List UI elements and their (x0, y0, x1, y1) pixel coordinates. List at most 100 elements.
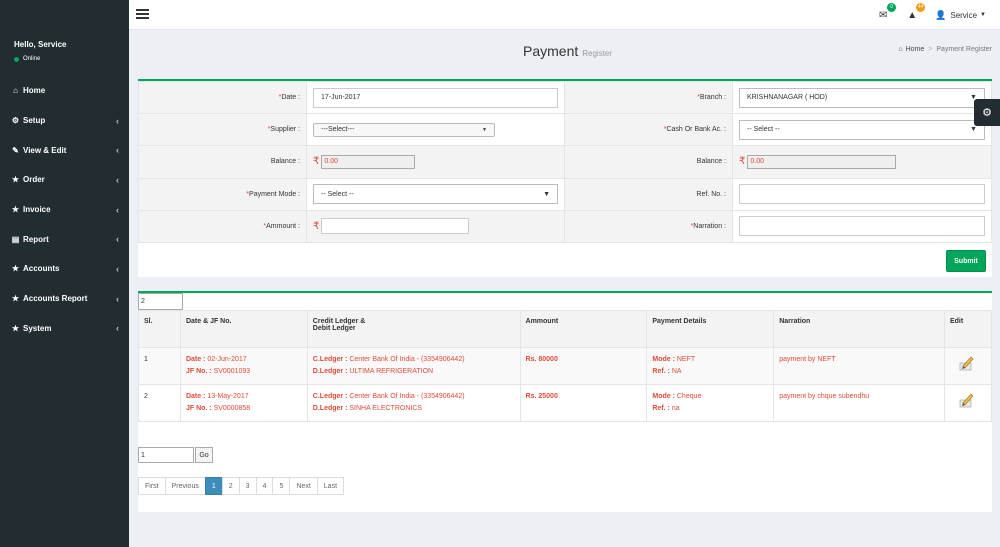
payment-form: *Date : *Branch : KRISHNANAGAR ( HOD)▼ *… (138, 79, 993, 277)
balance-label-right: Balance : (564, 145, 733, 179)
col-header-narration: Narration (773, 310, 945, 348)
cell-sl: 2 (138, 384, 181, 422)
breadcrumb: ⌂ Home > Payment Register (898, 46, 992, 53)
sidebar: Hello, Service Online ⌂ Home ⚙ Setup ‹ ✎… (0, 0, 129, 547)
payment-register-list: Sl. Date & JF No. Credit Ledger &Debit L… (138, 291, 993, 512)
sidebar-item-setup[interactable]: ⚙ Setup ‹ (0, 106, 129, 136)
cash-bank-label: *Cash Or Bank Ac. : (564, 113, 733, 147)
sidebar-item-accounts[interactable]: ★ Accounts ‹ (0, 254, 129, 284)
warning-icon: ▲ (907, 9, 918, 21)
home-icon: ⌂ (13, 86, 18, 96)
cell-amount: Rs. 80000 (519, 347, 648, 385)
submit-button[interactable]: Submit (946, 250, 986, 272)
ref-no-label: Ref. No. : (564, 177, 733, 211)
star-icon: ★ (11, 205, 20, 215)
sidebar-item-label: System (23, 323, 52, 333)
sidebar-item-invoice[interactable]: ★ Invoice ‹ (0, 195, 129, 225)
page-title: Payment Register (523, 43, 612, 59)
sidebar-item-report[interactable]: ▤ Report ‹ (0, 224, 129, 254)
col-header-date: Date & JF No. (179, 310, 308, 348)
pagination-page-2[interactable]: 2 (221, 477, 240, 495)
balance-label-left: Balance : (138, 145, 307, 179)
cell-narration: payment by chque subendhu (773, 384, 945, 422)
payments-table: Sl. Date & JF No. Credit Ledger & Debit L… (138, 310, 993, 422)
sidebar-toggle-icon[interactable] (136, 9, 149, 19)
dropdown-arrow-icon: ▼ (482, 126, 487, 133)
user-menu-label: Service (950, 10, 978, 20)
payment-form-table: *Date : *Branch : KRISHNANAGAR ( HOD)▼ *… (138, 80, 993, 243)
settings-gear-icon[interactable]: ⚙ (974, 99, 1000, 126)
go-button[interactable]: Go (195, 447, 213, 463)
col-header-payment-details: Payment Details (646, 310, 775, 348)
pagination-next[interactable]: Next (289, 477, 318, 495)
cell-date-jf: Date : 13-May-2017 JF No. : SV0000858 (179, 384, 308, 422)
cell-payment-details: Mode : Cheque Ref. : na (646, 384, 775, 422)
breadcrumb-current: Payment Register (936, 46, 992, 53)
amount-input[interactable] (321, 218, 470, 235)
sidebar-item-accounts-report[interactable]: ★ Accounts Report ‹ (0, 284, 129, 314)
rupee-icon: ₹ (313, 220, 320, 232)
notifications-badge: 44 (916, 2, 926, 12)
pagination-page-3[interactable]: 3 (238, 477, 257, 495)
narration-input[interactable] (738, 216, 985, 237)
payment-mode-label: *Payment Mode : (138, 177, 307, 211)
navbar-right: ✉ 0 ▲ 44 👤 Service ▼ (877, 0, 1000, 30)
breadcrumb-home-link[interactable]: Home (906, 46, 925, 53)
col-header-ledger: Credit Ledger & Debit Ledger (306, 310, 521, 348)
pagination-last[interactable]: Last (316, 477, 345, 495)
pagination-page-5[interactable]: 5 (272, 477, 291, 495)
sidebar-menu: ⌂ Home ⚙ Setup ‹ ✎ View & Edit ‹ ★ Order… (0, 76, 129, 343)
star-icon: ★ (11, 175, 20, 185)
pagination-previous[interactable]: Previous (164, 477, 206, 495)
online-dot-icon (14, 56, 19, 62)
notifications-button[interactable]: ▲ 44 (906, 2, 926, 21)
user-icon: 👤 (935, 9, 947, 20)
cash-bank-select[interactable]: -- Select -- ▼ (738, 119, 985, 140)
pagination-page-1[interactable]: 1 (204, 477, 223, 495)
sidebar-item-view-edit[interactable]: ✎ View & Edit ‹ (0, 135, 129, 165)
sidebar-item-label: Accounts Report (23, 294, 88, 304)
sidebar-item-order[interactable]: ★ Order ‹ (0, 165, 129, 195)
user-status-label: Online (23, 56, 41, 62)
pagination-first[interactable]: First (138, 477, 166, 495)
user-greeting: Hello, Service (14, 40, 67, 49)
sidebar-item-system[interactable]: ★ System ‹ (0, 314, 129, 344)
supplier-select[interactable]: ---Select--- ▼ (313, 122, 495, 137)
edit-pencil-icon[interactable] (958, 391, 976, 409)
chevron-left-icon: ‹ (116, 323, 119, 334)
amount-label: *Ammount : (138, 209, 307, 243)
messages-badge: 0 (887, 2, 897, 12)
dropdown-arrow-icon: ▼ (970, 126, 977, 134)
sidebar-item-label: Home (23, 86, 46, 96)
chevron-left-icon: ‹ (116, 263, 119, 274)
dashboard-icon: ⌂ (898, 46, 903, 53)
branch-label: *Branch : (564, 80, 733, 115)
date-input[interactable] (313, 87, 558, 108)
page-title-text: Payment (523, 43, 579, 59)
messages-button[interactable]: ✉ 0 (877, 2, 897, 21)
star-icon: ★ (11, 294, 20, 304)
pagination-page-4[interactable]: 4 (255, 477, 274, 495)
user-menu-button[interactable]: 👤 Service ▼ (935, 10, 986, 21)
sidebar-item-label: Setup (23, 116, 46, 126)
envelope-icon: ✉ (878, 9, 888, 21)
edit-icon: ✎ (12, 145, 19, 155)
edit-pencil-icon[interactable] (958, 354, 976, 372)
ref-no-input[interactable] (738, 184, 985, 205)
narration-label: *Narration : (564, 209, 733, 243)
rupee-icon: ₹ (738, 156, 746, 168)
sidebar-item-home[interactable]: ⌂ Home (0, 76, 129, 106)
dropdown-arrow-icon: ▼ (543, 190, 550, 198)
page-size-input[interactable] (138, 293, 183, 310)
chevron-left-icon: ‹ (116, 234, 119, 245)
top-navbar: ✉ 0 ▲ 44 👤 Service ▼ (129, 0, 1000, 30)
branch-select[interactable]: KRISHNANAGAR ( HOD) ▼ (738, 87, 985, 108)
payment-mode-select[interactable]: -- Select -- ▼ (313, 184, 558, 205)
balance-display-left: 0.00 (321, 154, 416, 169)
table-row: 1 Date : 02-Jun-2017 JF No. : SV0001093 … (138, 347, 993, 385)
chevron-left-icon: ‹ (116, 204, 119, 215)
goto-page-input[interactable] (138, 447, 194, 463)
page-subtitle: Register (582, 49, 613, 58)
star-icon: ★ (11, 264, 20, 274)
chevron-left-icon: ‹ (116, 174, 119, 185)
